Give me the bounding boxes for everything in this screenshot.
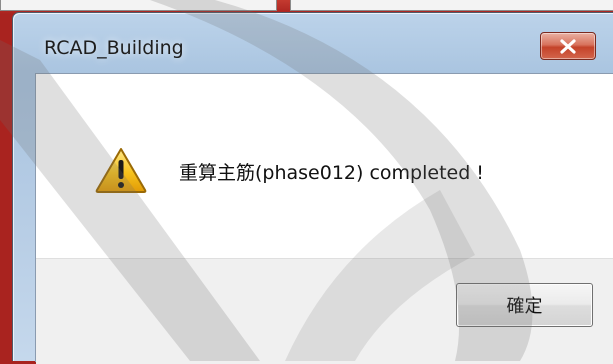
dialog-body: 重算主筋(phase012) completed ! 確定 (35, 73, 613, 364)
ok-button[interactable]: 確定 (456, 283, 593, 327)
close-button[interactable] (540, 32, 596, 60)
background-panel-left (0, 0, 277, 11)
dialog-title: RCAD_Building (44, 37, 184, 59)
background-panel-right (290, 0, 613, 11)
close-icon (560, 39, 576, 54)
dialog-message: 重算主筋(phase012) completed ! (179, 162, 484, 184)
warning-icon (95, 148, 147, 193)
message-dialog: RCAD_Building 重算主筋(phase012) completed !… (12, 12, 613, 364)
